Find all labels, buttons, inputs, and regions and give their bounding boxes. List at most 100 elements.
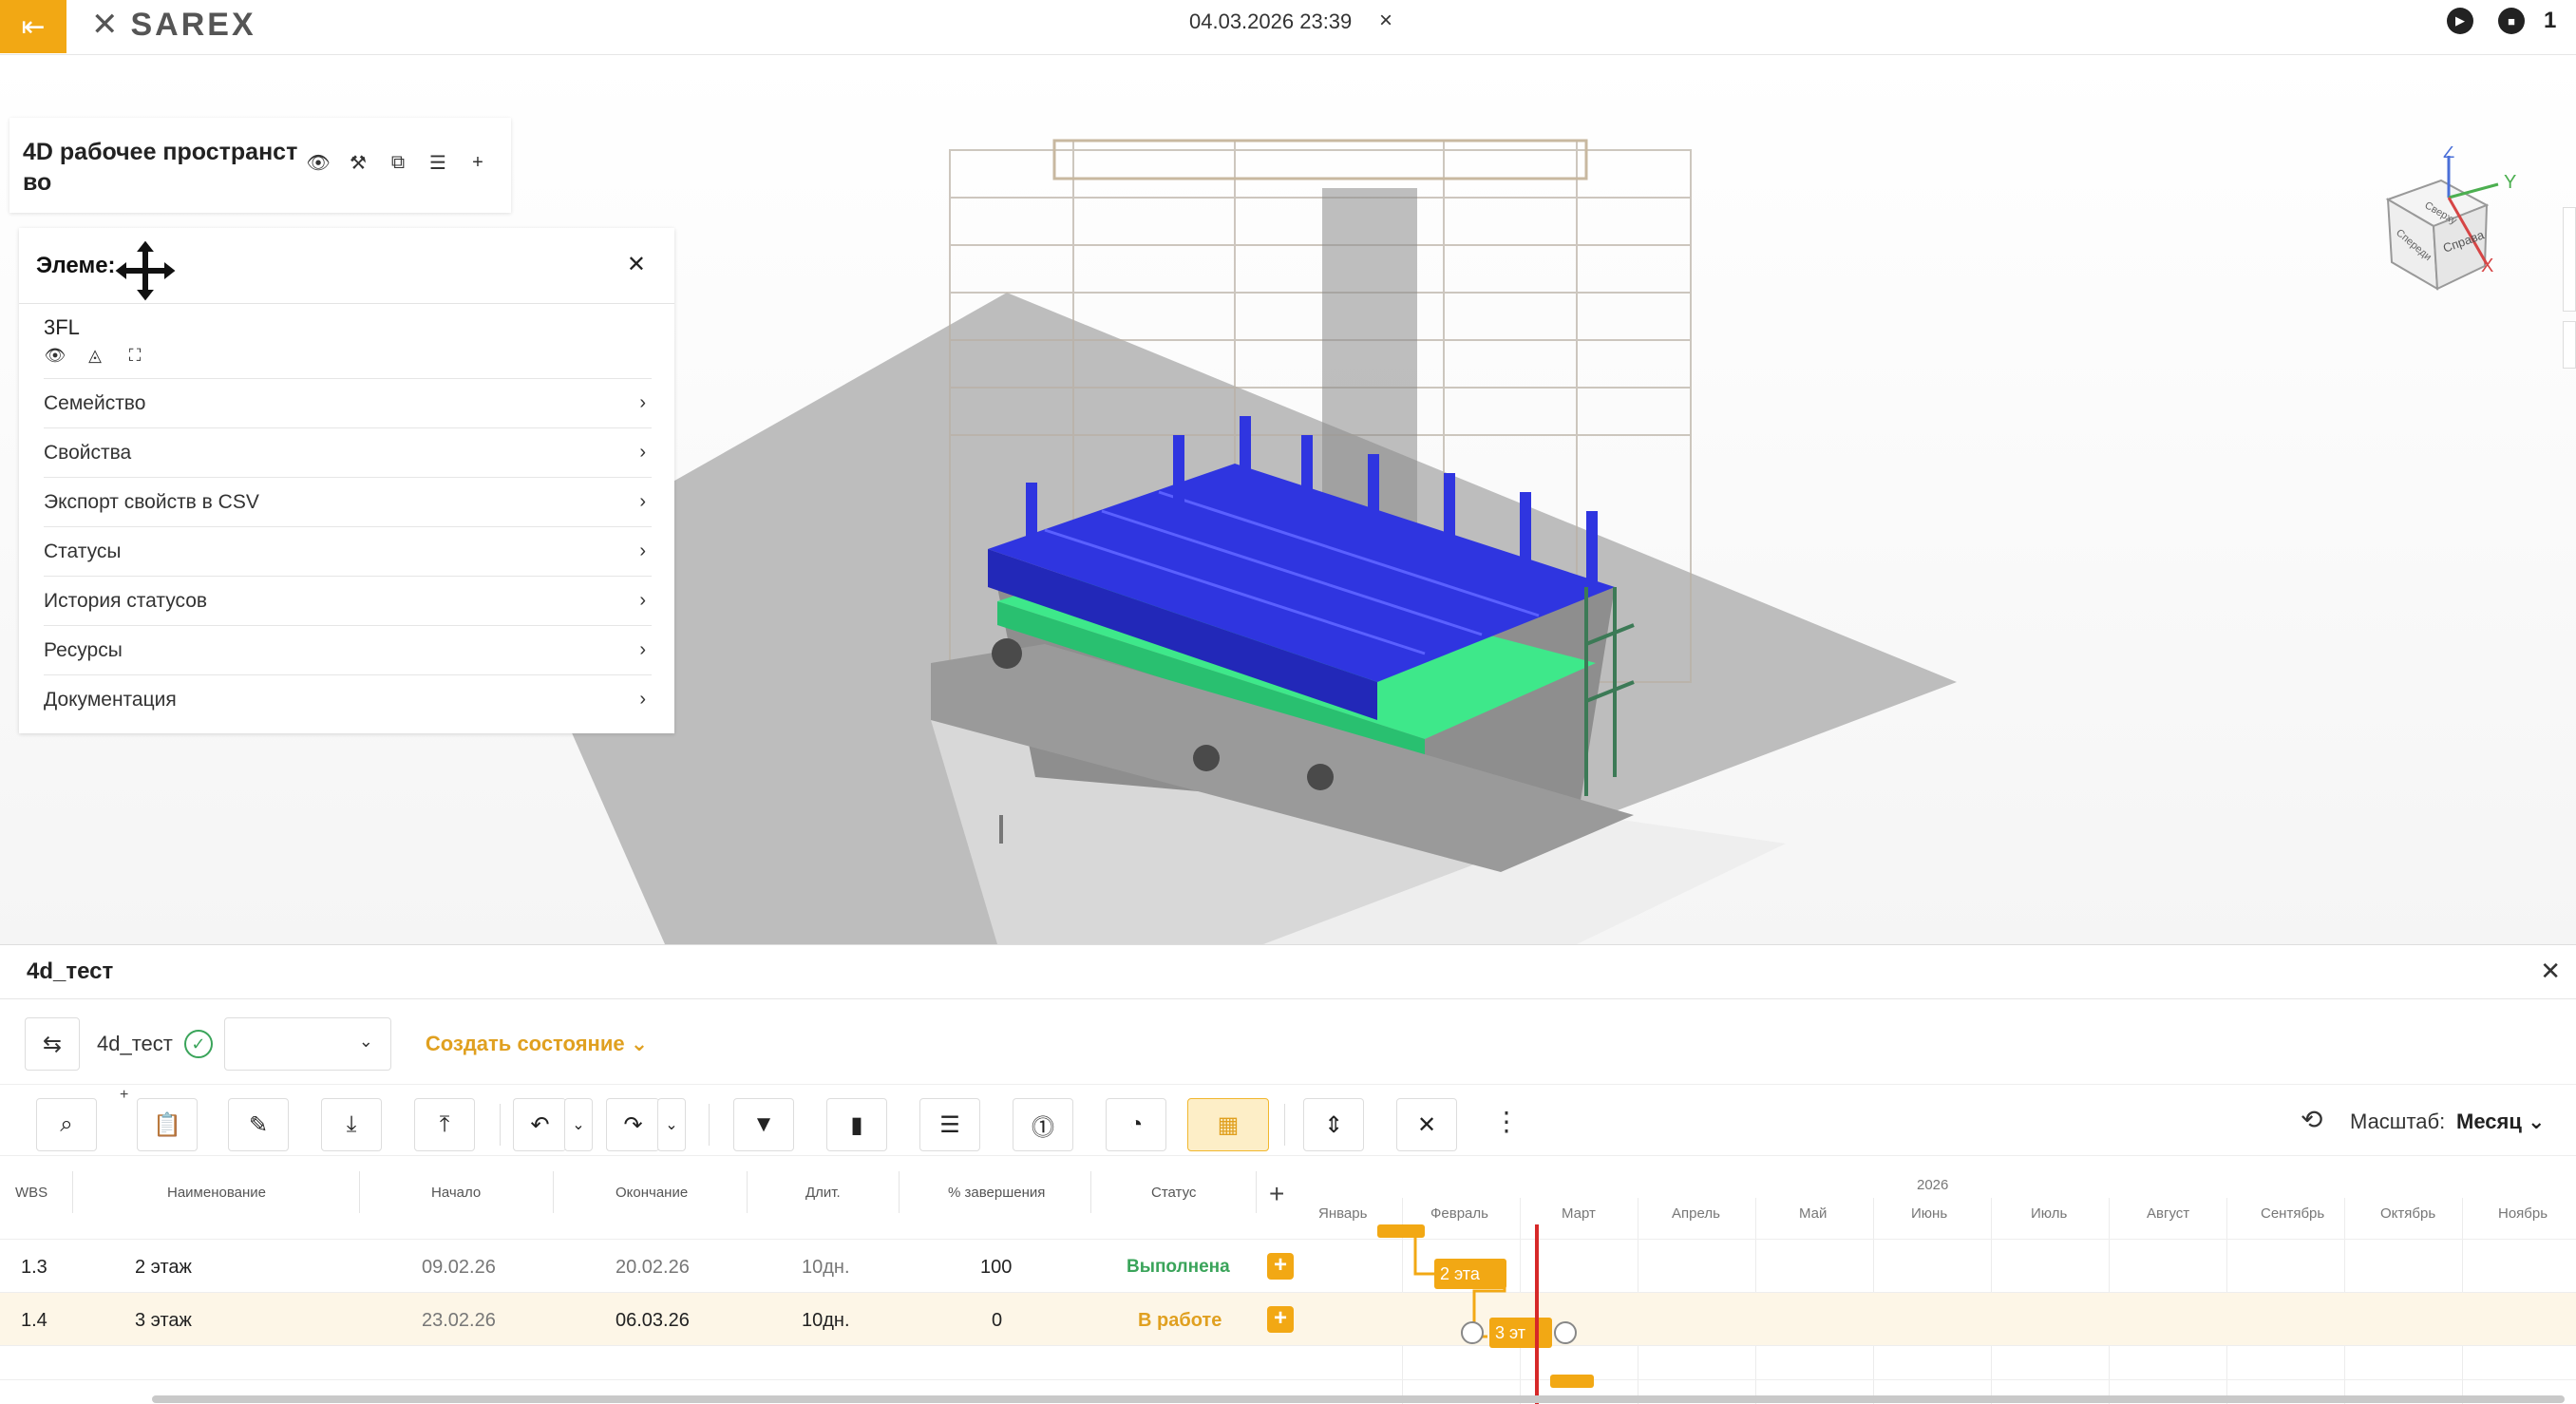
gantt-bar-partial[interactable] — [1550, 1375, 1594, 1388]
redo-button[interactable]: ↷ — [606, 1098, 659, 1151]
timeline-month: Май — [1799, 1205, 1828, 1222]
add-column-button[interactable]: + — [1269, 1179, 1284, 1209]
timeline-month: Июнь — [1911, 1205, 1948, 1222]
property-item-properties[interactable]: Свойства › — [44, 427, 652, 477]
exit-button[interactable]: ⇤ — [0, 0, 66, 53]
align-button[interactable]: ☰ — [919, 1098, 980, 1151]
clock-warning-button[interactable]: ◔ — [1106, 1098, 1166, 1151]
sliders-icon[interactable]: ☰ — [427, 152, 448, 174]
clipboard-button[interactable]: 📋 — [137, 1098, 198, 1151]
gantt-link-handle-right[interactable] — [1554, 1321, 1577, 1344]
gantt-link-handle-left[interactable] — [1461, 1321, 1484, 1344]
property-item-statuses[interactable]: Статусы › — [44, 526, 652, 576]
axis-z-label: Z — [2443, 146, 2454, 162]
paint-brush-icon[interactable]: ⚒ — [348, 152, 369, 174]
align-bars-icon: ☰ — [939, 1111, 960, 1138]
cell-start: 23.02.26 — [422, 1310, 496, 1331]
today-line — [1535, 1224, 1539, 1404]
expand-button[interactable]: ⇕ — [1303, 1098, 1364, 1151]
chevron-down-icon: ⌄ — [358, 1032, 373, 1051]
column-start[interactable]: Начало — [431, 1185, 481, 1201]
schedule-toolbar: ⌕ + 📋 ✎ ⤓ ⤒ ↶ ⌄ ↷ ⌄ ▼ ▮ ☰ ⓵ ◔ ▦ ⇕ ✕ ⋮ ⟲ … — [0, 1084, 2576, 1156]
paint-button[interactable]: ▮ — [826, 1098, 887, 1151]
chevron-down-icon: ⌄ — [665, 1117, 678, 1133]
paint-roller-icon: ▮ — [850, 1111, 863, 1138]
row-add-button[interactable]: + — [1267, 1253, 1294, 1280]
table-row-selected[interactable]: 1.4 3 этаж 23.02.26 06.03.26 10дн. 0 В р… — [0, 1293, 2576, 1346]
edit-button[interactable]: ✎ — [228, 1098, 289, 1151]
timeline-month: Февраль — [1430, 1205, 1488, 1222]
cell-end: 06.03.26 — [616, 1310, 690, 1331]
view-cube[interactable]: Z Y X Сверху Спереди Справа — [2375, 142, 2527, 298]
column-wbs[interactable]: WBS — [15, 1185, 47, 1201]
export-button[interactable]: ⤒ — [414, 1098, 475, 1151]
state-select[interactable]: ⌄ — [223, 1017, 391, 1071]
schedule-panel-close-button[interactable]: ✕ — [2540, 957, 2561, 986]
filter-icon: ▼ — [752, 1111, 775, 1137]
model-viewport[interactable]: 4D рабочее пространст во 👁 ⚒ ⧉ ☰ + Элеме… — [0, 55, 2576, 944]
column-end[interactable]: Окончание — [616, 1185, 688, 1201]
scale-select[interactable]: Месяц ⌄ — [2456, 1110, 2545, 1134]
property-item-resources[interactable]: Ресурсы › — [44, 625, 652, 674]
property-item-status-history[interactable]: История статусов › — [44, 576, 652, 625]
elements-panel-close-button[interactable]: ✕ — [627, 251, 646, 278]
column-separator — [553, 1171, 554, 1213]
add-copy-icon[interactable]: ⧉ — [388, 152, 408, 173]
column-status[interactable]: Статус — [1151, 1185, 1196, 1201]
play-button[interactable]: ▶ — [2447, 8, 2473, 34]
timeline-year: 2026 — [1917, 1177, 1949, 1193]
right-side-tab[interactable] — [2563, 207, 2576, 312]
table-row-partial[interactable] — [0, 1346, 2576, 1380]
swap-arrows-icon: ⇆ — [42, 1031, 63, 1057]
chevron-right-icon: › — [639, 491, 646, 512]
table-row-partial[interactable] — [0, 1224, 2576, 1240]
create-state-button[interactable]: Создать состояние ⌄ — [426, 1032, 648, 1056]
undo-menu-button[interactable]: ⌄ — [564, 1098, 593, 1151]
history-icon[interactable]: ⟲ — [2301, 1104, 2322, 1135]
elements-panel-header[interactable]: Элеме: ✕ — [19, 228, 674, 304]
timeline-month: Август — [2147, 1205, 2190, 1222]
column-name[interactable]: Наименование — [167, 1185, 266, 1201]
stop-button[interactable]: ■ — [2498, 8, 2525, 34]
column-duration[interactable]: Длит. — [805, 1185, 841, 1201]
visibility-icon[interactable]: 👁 — [44, 344, 66, 367]
cell-duration: 10дн. — [802, 1257, 850, 1278]
play-icon: ▶ — [2455, 13, 2465, 28]
table-row[interactable]: 1.3 2 этаж 09.02.26 20.02.26 10дн. 100 В… — [0, 1240, 2576, 1293]
undo-button[interactable]: ↶ — [513, 1098, 566, 1151]
column-separator — [747, 1171, 748, 1213]
redo-menu-button[interactable]: ⌄ — [657, 1098, 686, 1151]
horizontal-scrollbar[interactable] — [152, 1395, 2565, 1403]
plus-icon[interactable]: + — [467, 152, 488, 173]
column-separator — [1090, 1171, 1091, 1213]
cell-percent: 0 — [992, 1310, 1003, 1331]
collapse-button[interactable]: ✕ — [1396, 1098, 1457, 1151]
timeline-month: Апрель — [1672, 1205, 1720, 1222]
gantt-bar-selected[interactable]: 3 эт — [1489, 1318, 1552, 1348]
workspace-title: 4D рабочее пространст во — [23, 139, 298, 196]
filter-button[interactable]: ▼ — [733, 1098, 794, 1151]
more-vertical-icon[interactable]: ⋮ — [1493, 1106, 1520, 1137]
check-circle-icon: ✓ — [183, 1030, 213, 1058]
table-view-button[interactable]: ▦ — [1187, 1098, 1269, 1151]
import-button[interactable]: ⤓ — [321, 1098, 382, 1151]
row-add-button[interactable]: + — [1267, 1306, 1294, 1333]
datetime-close-button[interactable]: × — [1379, 8, 1392, 34]
right-side-tab-2[interactable] — [2563, 321, 2576, 369]
alert-button[interactable]: ⓵ — [1013, 1098, 1073, 1151]
search-button[interactable]: ⌕ — [36, 1098, 97, 1151]
column-percent[interactable]: % завершения — [948, 1185, 1045, 1201]
isolate-icon[interactable]: ◬ — [84, 344, 106, 367]
small-plus-icon[interactable]: + — [120, 1087, 128, 1104]
property-item-export-csv[interactable]: Экспорт свойств в CSV › — [44, 477, 652, 526]
eye-icon[interactable]: 👁 — [306, 152, 330, 174]
cell-end: 20.02.26 — [616, 1257, 690, 1278]
counter[interactable]: 1 — [2544, 8, 2556, 34]
property-item-documentation[interactable]: Документация › — [44, 674, 652, 724]
swap-button[interactable]: ⇆ — [25, 1017, 80, 1071]
gantt-bar[interactable]: 2 эта — [1434, 1259, 1506, 1289]
exit-icon: ⇤ — [21, 10, 46, 43]
focus-icon[interactable]: ⛶ — [123, 344, 146, 367]
property-item-family[interactable]: Семейство › — [44, 378, 652, 427]
view-cube-graphic: Z Y X Сверху Спереди Справа — [2385, 142, 2516, 291]
